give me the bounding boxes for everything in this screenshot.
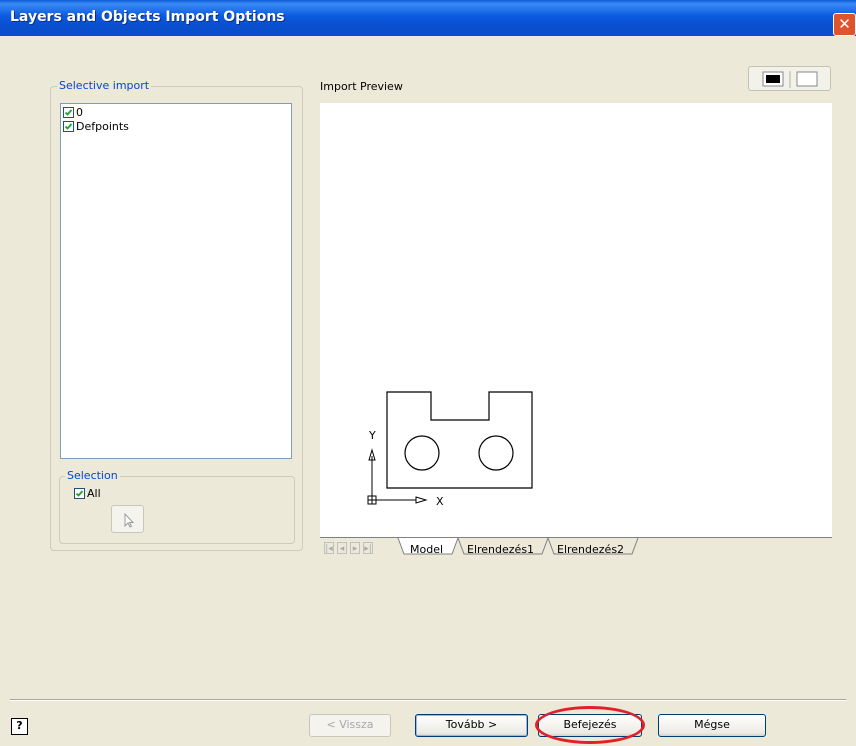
pick-objects-button[interactable] bbox=[111, 505, 144, 533]
next-button-label: Tovább > bbox=[445, 718, 498, 731]
selective-import-legend: Selective import bbox=[57, 79, 152, 92]
cancel-button[interactable]: Mégse bbox=[658, 714, 766, 737]
first-tab-icon[interactable]: |◂ bbox=[324, 542, 334, 554]
back-button[interactable]: < Vissza bbox=[309, 714, 391, 737]
layer-list[interactable]: 0 Defpoints bbox=[60, 103, 292, 459]
tab-elrendezes1[interactable]: Elrendezés1 bbox=[467, 543, 534, 556]
finish-button[interactable]: Befejezés bbox=[538, 714, 642, 737]
check-icon bbox=[64, 109, 73, 116]
help-icon: ? bbox=[16, 719, 23, 732]
layout-tabs-bar: |◂ ◂ ▸ ▸| Model Elrendezés1 Elrendezés2 bbox=[320, 537, 832, 560]
footer-separator bbox=[10, 699, 846, 701]
close-button[interactable]: ✕ bbox=[833, 13, 856, 36]
layer-label: 0 bbox=[76, 106, 83, 119]
tab-model[interactable]: Model bbox=[410, 543, 443, 556]
import-options-dialog: Layers and Objects Import Options ✕ Sele… bbox=[0, 0, 856, 746]
layer-checkbox[interactable] bbox=[63, 121, 74, 132]
tab-elrendezes2[interactable]: Elrendezés2 bbox=[557, 543, 624, 556]
selection-legend: Selection bbox=[65, 469, 120, 482]
last-tab-icon[interactable]: ▸| bbox=[363, 542, 373, 554]
white-background-icon bbox=[796, 71, 818, 87]
title-bar: Layers and Objects Import Options ✕ bbox=[0, 0, 856, 36]
layer-checkbox[interactable] bbox=[63, 107, 74, 118]
select-all-checkbox[interactable] bbox=[74, 488, 85, 499]
drawing-preview: Y X bbox=[367, 391, 533, 508]
y-axis-label: Y bbox=[368, 429, 376, 442]
import-preview-label: Import Preview bbox=[320, 80, 403, 93]
window-title: Layers and Objects Import Options bbox=[10, 9, 285, 25]
back-button-label: < Vissza bbox=[326, 718, 374, 731]
select-all-label: All bbox=[87, 487, 101, 500]
check-icon bbox=[64, 123, 73, 130]
ucs-icon bbox=[367, 448, 428, 505]
layer-label: Defpoints bbox=[76, 120, 129, 133]
part-outline bbox=[386, 391, 533, 489]
hole-right bbox=[478, 435, 514, 471]
x-axis-label: X bbox=[436, 495, 444, 508]
next-tab-icon[interactable]: ▸ bbox=[350, 542, 360, 554]
help-button[interactable]: ? bbox=[11, 718, 28, 735]
layer-item[interactable]: Defpoints bbox=[63, 120, 129, 133]
next-button[interactable]: Tovább > bbox=[415, 714, 528, 737]
hole-left bbox=[404, 435, 440, 471]
black-background-icon bbox=[762, 71, 784, 87]
finish-button-label: Befejezés bbox=[563, 718, 617, 731]
close-icon: ✕ bbox=[838, 15, 851, 33]
cancel-button-label: Mégse bbox=[694, 718, 730, 731]
layer-item[interactable]: 0 bbox=[63, 106, 83, 119]
prev-tab-icon[interactable]: ◂ bbox=[337, 542, 347, 554]
check-icon bbox=[75, 490, 84, 497]
background-toggle[interactable] bbox=[748, 66, 831, 91]
cursor-arrow-icon bbox=[124, 512, 135, 528]
select-all-option[interactable]: All bbox=[74, 487, 101, 500]
import-preview-canvas: Y X bbox=[320, 103, 832, 537]
